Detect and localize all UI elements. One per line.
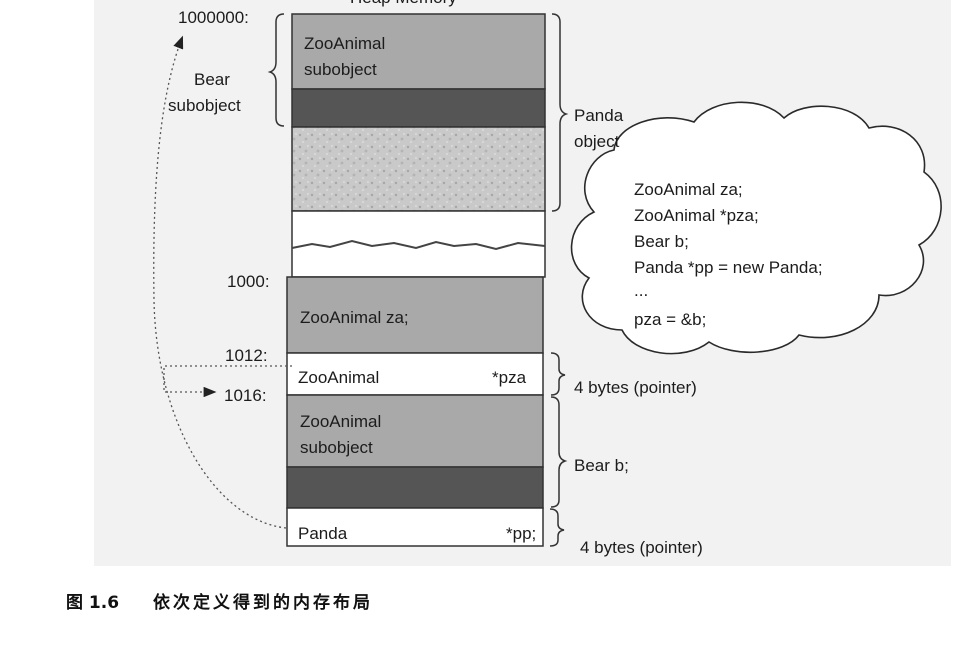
heap-bear-block <box>291 88 546 128</box>
address-1016: 1016: <box>224 386 267 405</box>
pp-pointer-brace <box>549 508 565 547</box>
stack-bear-subobject-label: subobject <box>300 438 373 457</box>
bear-label: Bear <box>194 70 230 89</box>
heap-zooanimal-label: ZooAnimal <box>304 34 386 53</box>
memory-layout-figure: Heap Memory 1000000: 1000: 1012: 1016: Z… <box>94 0 951 566</box>
figure-number: 图 1.6 <box>66 593 120 613</box>
code-line-za: ZooAnimal za; <box>634 180 743 199</box>
panda-object-label: object <box>574 132 620 151</box>
heap-panda-block <box>291 126 546 212</box>
stack-bear-zooanimal-label: ZooAnimal <box>300 412 382 431</box>
stack-za-label: ZooAnimal za; <box>300 308 409 327</box>
stack-pp-name-label: *pp; <box>506 524 537 543</box>
stack-pza-type-label: ZooAnimal <box>298 368 380 387</box>
stack-pp-type-label: Panda <box>298 524 348 543</box>
panda-label: Panda <box>574 106 624 125</box>
bear-subobject-brace <box>267 13 285 127</box>
pza-size-label: 4 bytes (pointer) <box>574 378 697 397</box>
pp-size-label: 4 bytes (pointer) <box>580 538 703 557</box>
bear-subobject-label: subobject <box>168 96 241 115</box>
figure-caption: 图 1.6 依次定义得到的内存布局 <box>66 588 373 613</box>
stack-pza-name-label: *pza <box>492 368 527 387</box>
bear-b-label: Bear b; <box>574 456 629 475</box>
code-line-ellipsis: ... <box>634 281 649 300</box>
figure-caption-text: 依次定义得到的内存布局 <box>153 593 374 613</box>
code-line-pp: Panda *pp = new Panda; <box>634 258 823 277</box>
panda-object-brace <box>551 13 569 212</box>
code-line-bear-b: Bear b; <box>634 232 689 251</box>
code-cloud <box>570 101 942 355</box>
bear-b-brace <box>550 396 568 508</box>
memory-gap-upper <box>291 210 546 278</box>
address-1000: 1000: <box>227 272 270 291</box>
pza-pointer-brace <box>550 352 566 396</box>
stack-bear-block <box>286 466 544 509</box>
address-1000000: 1000000: <box>178 8 249 27</box>
heap-subobject-label: subobject <box>304 60 377 79</box>
address-1012: 1012: <box>225 346 268 365</box>
heap-memory-header: Heap Memory <box>350 0 457 8</box>
code-line-assign: pza = &b; <box>634 310 707 329</box>
code-line-pza: ZooAnimal *pza; <box>634 206 759 225</box>
